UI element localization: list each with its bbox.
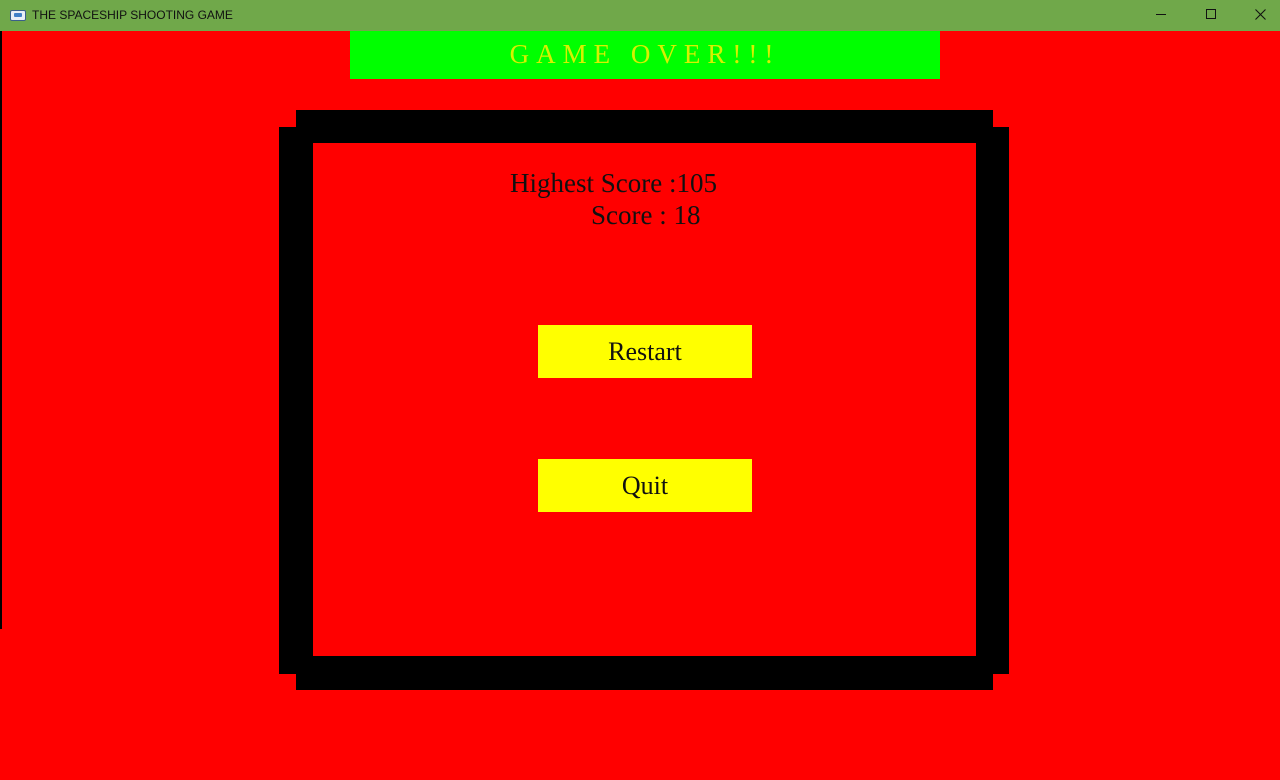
maximize-icon <box>1206 9 1216 19</box>
window-title: THE SPACESHIP SHOOTING GAME <box>32 8 233 22</box>
minimize-button[interactable] <box>1139 0 1185 31</box>
window-titlebar: THE SPACESHIP SHOOTING GAME <box>0 0 1280 31</box>
game-canvas: GAME OVER!!! Highest Score :105 Score : … <box>0 31 1280 780</box>
frame-right-border <box>976 127 1009 674</box>
close-button[interactable] <box>1237 0 1280 31</box>
highest-score-text: Highest Score :105 <box>510 168 717 198</box>
app-icon <box>10 10 26 21</box>
canvas-edge <box>0 31 2 629</box>
score-text: Score : 18 <box>591 200 701 230</box>
maximize-button[interactable] <box>1188 0 1234 31</box>
quit-button[interactable]: Quit <box>538 459 752 512</box>
close-icon <box>1255 9 1266 20</box>
restart-button[interactable]: Restart <box>538 325 752 378</box>
game-over-text: GAME OVER!!! <box>509 39 781 69</box>
frame-top-border <box>296 110 993 143</box>
frame-left-border <box>279 127 313 674</box>
minimize-icon <box>1156 14 1166 15</box>
game-over-banner: GAME OVER!!! <box>350 31 940 79</box>
frame-bottom-border <box>296 656 993 690</box>
